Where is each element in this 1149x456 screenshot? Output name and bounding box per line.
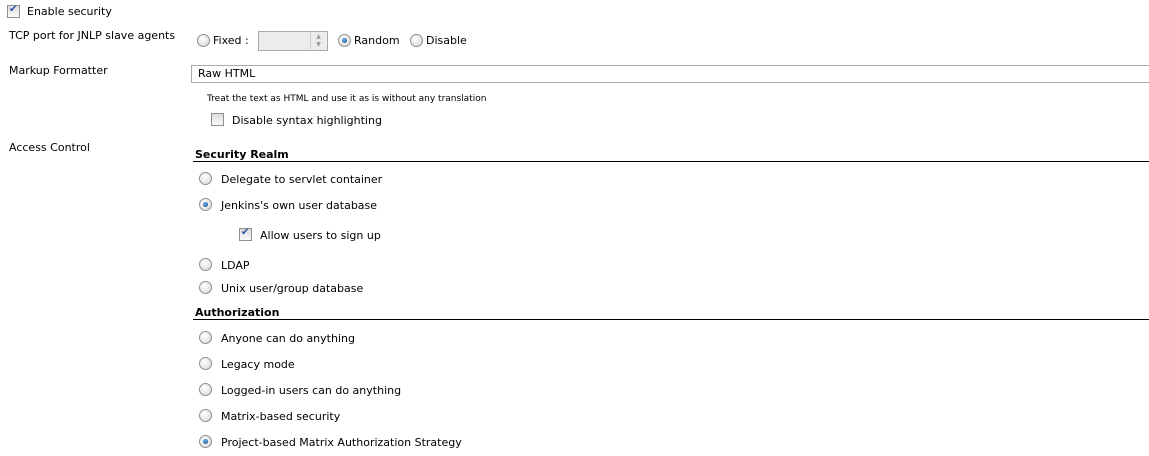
realm-jenkins-db-label: Jenkins's own user database	[221, 199, 378, 212]
realm-servlet-radio[interactable]	[199, 172, 212, 185]
tcp-random-label: Random	[354, 34, 400, 47]
tcp-fixed-label: Fixed :	[213, 34, 249, 47]
auth-anyone-radio[interactable]	[199, 331, 212, 344]
spinner-arrows-icon[interactable]: ▲ ▼	[310, 33, 326, 49]
markup-formatter-label: Markup Formatter	[9, 64, 108, 77]
disable-syntax-checkbox[interactable]	[211, 113, 224, 126]
tcp-disable-label: Disable	[426, 34, 467, 47]
markup-formatter-value: Raw HTML	[198, 67, 256, 80]
auth-anyone-label: Anyone can do anything	[221, 332, 355, 345]
allow-signup-label: Allow users to sign up	[260, 229, 381, 242]
realm-unix-radio[interactable]	[199, 281, 212, 294]
security-realm-heading: Security Realm	[195, 148, 289, 161]
auth-matrix-label: Matrix-based security	[221, 410, 341, 423]
allow-signup-checkbox[interactable]	[239, 227, 252, 241]
tcp-random-radio[interactable]	[338, 34, 351, 47]
auth-matrix-radio[interactable]	[199, 409, 212, 422]
divider	[193, 319, 1149, 320]
enable-security-checkbox[interactable]	[7, 4, 20, 18]
auth-legacy-radio[interactable]	[199, 357, 212, 370]
enable-security-label: Enable security	[27, 5, 112, 18]
authorization-heading: Authorization	[195, 306, 280, 319]
markup-description: Treat the text as HTML and use it as is …	[207, 94, 487, 104]
auth-logged-in-label: Logged-in users can do anything	[221, 384, 402, 397]
realm-unix-label: Unix user/group database	[221, 282, 364, 295]
disable-syntax-label: Disable syntax highlighting	[232, 114, 382, 127]
auth-logged-in-radio[interactable]	[199, 383, 212, 396]
realm-ldap-label: LDAP	[221, 259, 250, 272]
tcp-disable-radio[interactable]	[410, 34, 423, 47]
realm-servlet-label: Delegate to servlet container	[221, 173, 383, 186]
realm-ldap-radio[interactable]	[199, 258, 212, 271]
tcp-port-label: TCP port for JNLP slave agents	[9, 29, 176, 42]
tcp-fixed-radio[interactable]	[197, 34, 210, 47]
markup-formatter-select[interactable]: Raw HTML	[191, 65, 1149, 83]
auth-project-matrix-radio[interactable]	[199, 435, 212, 448]
access-control-label: Access Control	[9, 141, 90, 154]
tcp-fixed-port-input[interactable]: ▲ ▼	[258, 31, 328, 51]
realm-jenkins-db-radio[interactable]	[199, 198, 212, 211]
auth-project-matrix-label: Project-based Matrix Authorization Strat…	[221, 436, 462, 449]
divider	[193, 161, 1149, 162]
auth-legacy-label: Legacy mode	[221, 358, 295, 371]
